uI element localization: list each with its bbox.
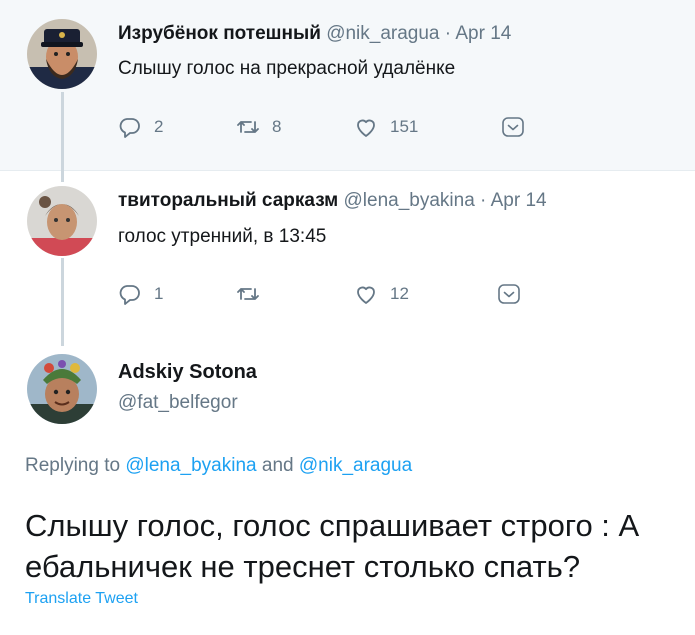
replying-and: and xyxy=(261,455,294,476)
tweet-header: Изрубёнок потешный @nik_aragua · Apr 14 xyxy=(118,23,511,45)
display-name[interactable]: Adskiy Sotona xyxy=(118,361,257,384)
like-count: 151 xyxy=(390,117,419,136)
reply-button[interactable]: 2 xyxy=(118,112,163,142)
heart-icon xyxy=(357,119,375,137)
retweet-icon xyxy=(237,288,259,300)
reply-icon xyxy=(119,118,140,138)
chevron-down-icon xyxy=(498,284,520,304)
avatar[interactable] xyxy=(27,19,97,89)
user-handle[interactable]: @lena_byakina xyxy=(344,190,475,211)
meta-dot: · xyxy=(480,190,487,211)
more-button[interactable] xyxy=(501,112,525,142)
replying-to: Replying to @lena_byakina and @nik_aragu… xyxy=(25,455,412,477)
thread-line xyxy=(61,258,64,346)
retweet-button[interactable] xyxy=(236,279,272,309)
more-button[interactable] xyxy=(497,279,521,309)
avatar[interactable] xyxy=(27,186,97,256)
like-button[interactable]: 12 xyxy=(354,279,409,309)
reply-icon xyxy=(119,285,140,305)
tweet-header: твиторальный сарказм @lena_byakina · Apr… xyxy=(118,190,547,212)
reply-to-link[interactable]: @nik_aragua xyxy=(299,455,412,476)
reply-button[interactable]: 1 xyxy=(118,279,163,309)
heart-icon xyxy=(357,286,375,304)
tweet-text: голос утренний, в 13:45 xyxy=(118,226,327,247)
chevron-down-icon xyxy=(502,117,524,137)
reply-to-link[interactable]: @lena_byakina xyxy=(125,455,256,476)
avatar-image xyxy=(27,186,97,256)
reply-count: 2 xyxy=(154,117,164,136)
avatar-image xyxy=(27,354,97,424)
display-name[interactable]: твиторальный сарказм xyxy=(118,190,338,211)
replying-prefix: Replying to xyxy=(25,455,121,476)
tweet-date[interactable]: Apr 14 xyxy=(455,23,511,44)
retweet-count: 8 xyxy=(272,117,282,136)
avatar-image xyxy=(27,19,97,89)
tweet-text: Слышу голос, голос спрашивает строго : А… xyxy=(25,508,640,584)
tweet-date[interactable]: Apr 14 xyxy=(491,190,547,211)
user-handle[interactable]: @fat_belfegor xyxy=(118,392,238,414)
user-handle[interactable]: @nik_aragua xyxy=(326,23,439,44)
reply-count: 1 xyxy=(154,284,164,303)
display-name[interactable]: Изрубёнок потешный xyxy=(118,23,321,44)
retweet-icon xyxy=(237,121,259,133)
translate-tweet-link[interactable]: Translate Tweet xyxy=(25,590,138,608)
like-button[interactable]: 151 xyxy=(354,112,418,142)
tweet-text: Слышу голос на прекрасной удалёнке xyxy=(118,58,456,79)
like-count: 12 xyxy=(390,284,409,303)
meta-dot: · xyxy=(444,23,452,44)
avatar[interactable] xyxy=(27,354,97,424)
tweet-separator xyxy=(0,170,695,171)
thread-line xyxy=(61,92,64,182)
retweet-button[interactable]: 8 xyxy=(236,112,281,142)
